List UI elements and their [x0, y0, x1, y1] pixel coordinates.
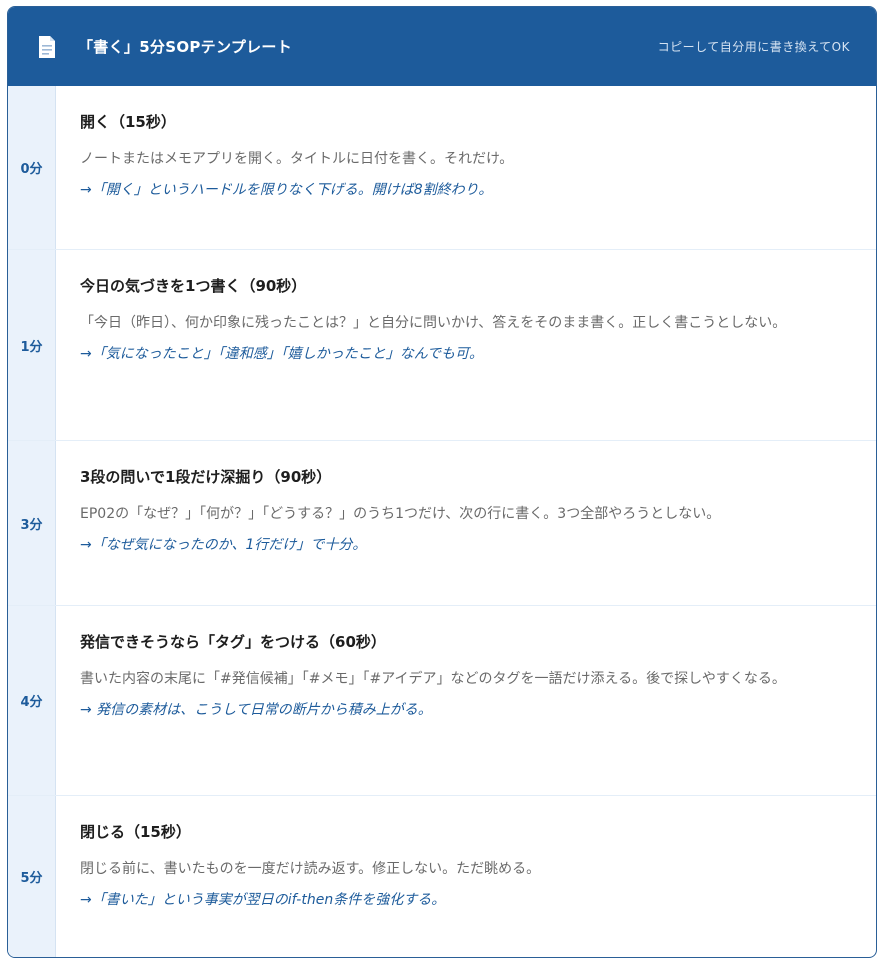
step-body: EP02の「なぜ？」「何が？」「どうする？」のうち1つだけ、次の行に書く。3つ全…: [80, 506, 721, 522]
step-content: 3段の問いで1段だけ深掘り（90秒） EP02の「なぜ？」「何が？」「どうする？…: [56, 441, 876, 605]
document-icon: [35, 34, 59, 60]
step-content: 今日の気づきを1つ書く（90秒） 「今日（昨日）、何か印象に残ったことは？」と自…: [56, 250, 876, 440]
header-subtitle: コピーして自分用に書き換えてOK: [657, 40, 850, 54]
step-body: 閉じる前に、書いたものを一度だけ読み返す。修正しない。ただ眺める。: [80, 861, 541, 877]
step-time: 0分: [8, 86, 56, 249]
step-body: 書いた内容の末尾に「#発信候補」「#メモ」「#アイデア」などのタグを一語だけ添え…: [80, 671, 786, 687]
sop-card: 「書く」5分SOPテンプレート コピーして自分用に書き換えてOK 0分 開く（1…: [7, 6, 877, 958]
step-title: 発信できそうなら「タグ」をつける（60秒）: [80, 633, 386, 651]
step-time: 5分: [8, 796, 56, 957]
step-body: ノートまたはメモアプリを開く。タイトルに日付を書く。それだけ。: [80, 151, 514, 167]
step-note: →「開く」というハードルを限りなく下げる。開けば8割終わり。: [80, 182, 493, 198]
step-title: 今日の気づきを1つ書く（90秒）: [80, 277, 307, 295]
step-title: 閉じる（15秒）: [80, 823, 191, 841]
step-row: 1分 今日の気づきを1つ書く（90秒） 「今日（昨日）、何か印象に残ったことは？…: [8, 249, 876, 440]
step-content: 発信できそうなら「タグ」をつける（60秒） 書いた内容の末尾に「#発信候補」「#…: [56, 606, 876, 795]
step-time: 1分: [8, 250, 56, 440]
step-row: 0分 開く（15秒） ノートまたはメモアプリを開く。タイトルに日付を書く。それだ…: [8, 86, 876, 249]
card-header: 「書く」5分SOPテンプレート コピーして自分用に書き換えてOK: [8, 7, 876, 86]
step-row: 4分 発信できそうなら「タグ」をつける（60秒） 書いた内容の末尾に「#発信候補…: [8, 605, 876, 795]
steps-list: 0分 開く（15秒） ノートまたはメモアプリを開く。タイトルに日付を書く。それだ…: [8, 86, 876, 957]
step-note: → 発信の素材は、こうして日常の断片から積み上がる。: [80, 702, 432, 718]
step-row: 3分 3段の問いで1段だけ深掘り（90秒） EP02の「なぜ？」「何が？」「どう…: [8, 440, 876, 605]
step-title: 3段の問いで1段だけ深掘り（90秒）: [80, 468, 332, 486]
step-title: 開く（15秒）: [80, 113, 176, 131]
step-note: →「気になったこと」「違和感」「嬉しかったこと」なんでも可。: [80, 346, 484, 362]
step-note: →「なぜ気になったのか、1行だけ」で十分。: [80, 537, 367, 553]
page-title: 「書く」5分SOPテンプレート: [78, 38, 293, 56]
step-body: 「今日（昨日）、何か印象に残ったことは？」と自分に問いかけ、答えをそのまま書く。…: [80, 315, 787, 331]
step-time: 3分: [8, 441, 56, 605]
step-note: →「書いた」という事実が翌日のif-then条件を強化する。: [80, 892, 446, 908]
step-content: 開く（15秒） ノートまたはメモアプリを開く。タイトルに日付を書く。それだけ。 …: [56, 86, 876, 249]
step-content: 閉じる（15秒） 閉じる前に、書いたものを一度だけ読み返す。修正しない。ただ眺め…: [56, 796, 876, 957]
step-row: 5分 閉じる（15秒） 閉じる前に、書いたものを一度だけ読み返す。修正しない。た…: [8, 795, 876, 957]
step-time: 4分: [8, 606, 56, 795]
